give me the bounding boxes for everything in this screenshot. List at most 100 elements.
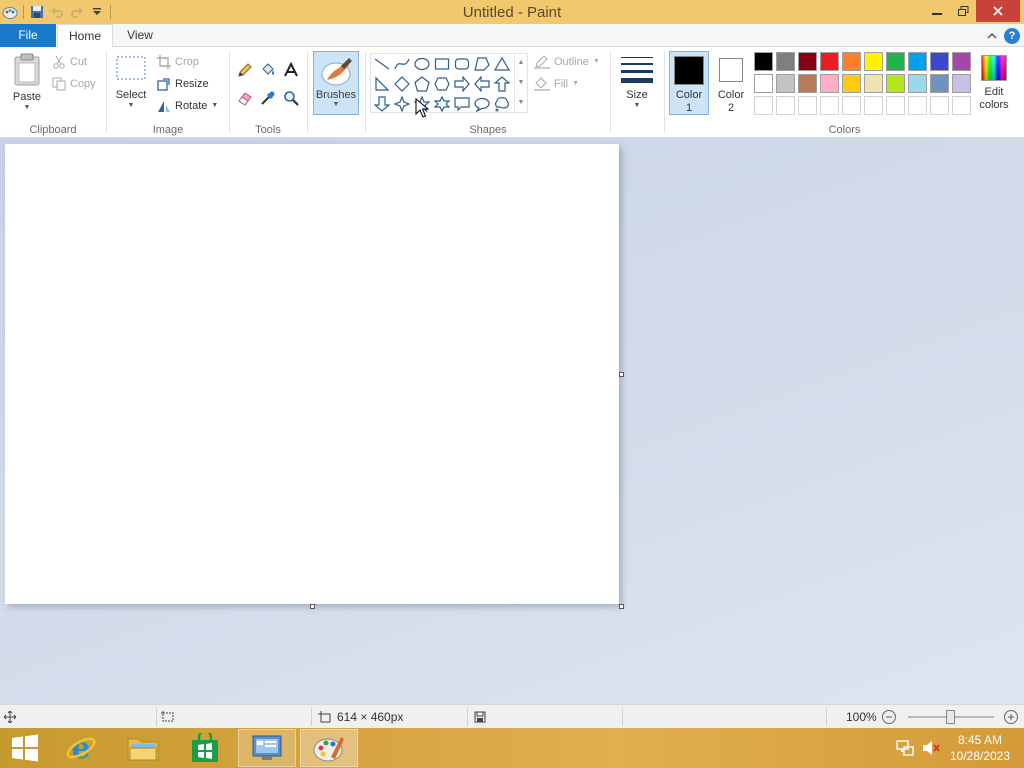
polygon-shape-icon[interactable]: [472, 54, 492, 74]
zoom-in-button[interactable]: +: [1004, 710, 1018, 724]
close-button[interactable]: [976, 0, 1020, 22]
palette-color-swatch[interactable]: [930, 52, 949, 71]
color2-button[interactable]: Color 2: [711, 51, 751, 115]
color1-button[interactable]: Color 1: [669, 51, 709, 115]
brushes-button[interactable]: Brushes ▼: [313, 51, 359, 115]
palette-custom-slot[interactable]: [820, 96, 839, 115]
palette-custom-slot[interactable]: [864, 96, 883, 115]
right-arrow-shape-icon[interactable]: [452, 74, 472, 94]
curve-shape-icon[interactable]: [392, 54, 412, 74]
restore-button[interactable]: [950, 0, 976, 22]
palette-custom-slot[interactable]: [754, 96, 773, 115]
rotate-dropdown-icon[interactable]: ▼: [211, 102, 218, 110]
save-icon[interactable]: [27, 2, 47, 22]
size-button[interactable]: Size ▼: [616, 55, 658, 110]
zoom-out-button[interactable]: −: [882, 710, 896, 724]
rounded-rectangle-shape-icon[interactable]: [452, 54, 472, 74]
palette-custom-slot[interactable]: [776, 96, 795, 115]
outline-button[interactable]: Outline ▼: [534, 52, 600, 72]
taskbar-internet-explorer[interactable]: e: [52, 729, 110, 767]
paint-app-icon[interactable]: [0, 2, 20, 22]
palette-color-swatch[interactable]: [864, 74, 883, 93]
taskbar-clock[interactable]: 8:45 AM 10/28/2023: [946, 732, 1014, 764]
palette-custom-slot[interactable]: [908, 96, 927, 115]
fill-button[interactable]: Fill ▼: [534, 74, 579, 94]
palette-color-swatch[interactable]: [842, 52, 861, 71]
brushes-dropdown-icon[interactable]: ▼: [333, 101, 340, 109]
start-button[interactable]: [2, 729, 48, 767]
palette-color-swatch[interactable]: [952, 52, 971, 71]
palette-color-swatch[interactable]: [754, 74, 773, 93]
zoom-slider-thumb[interactable]: [946, 710, 955, 724]
line-shape-icon[interactable]: [372, 54, 392, 74]
select-dropdown-icon[interactable]: ▼: [128, 102, 135, 110]
palette-custom-slot[interactable]: [886, 96, 905, 115]
resize-button[interactable]: Resize: [157, 74, 209, 94]
palette-color-swatch[interactable]: [930, 74, 949, 93]
help-icon[interactable]: ?: [1004, 28, 1020, 44]
drawing-canvas[interactable]: [5, 144, 619, 604]
fill-tool[interactable]: [257, 60, 279, 80]
left-arrow-shape-icon[interactable]: [472, 74, 492, 94]
speaker-muted-icon[interactable]: [922, 739, 940, 757]
shapes-scroll-up-icon[interactable]: ▲: [514, 53, 527, 72]
tab-view[interactable]: View: [114, 24, 166, 47]
six-point-star-shape-icon[interactable]: [432, 94, 452, 114]
minimize-ribbon-icon[interactable]: [984, 28, 1000, 44]
palette-custom-slot[interactable]: [930, 96, 949, 115]
palette-color-swatch[interactable]: [864, 52, 883, 71]
palette-color-swatch[interactable]: [908, 74, 927, 93]
shapes-expand-icon[interactable]: ▼: [514, 93, 527, 112]
oval-shape-icon[interactable]: [412, 54, 432, 74]
paste-button[interactable]: Paste ▼: [8, 53, 46, 112]
tab-home[interactable]: Home: [57, 24, 113, 48]
palette-color-swatch[interactable]: [820, 74, 839, 93]
diamond-shape-icon[interactable]: [392, 74, 412, 94]
hexagon-shape-icon[interactable]: [432, 74, 452, 94]
edit-colors-button[interactable]: Edit colors: [976, 55, 1012, 112]
rectangular-callout-shape-icon[interactable]: [452, 94, 472, 114]
palette-color-swatch[interactable]: [754, 52, 773, 71]
right-triangle-shape-icon[interactable]: [372, 74, 392, 94]
palette-color-swatch[interactable]: [842, 74, 861, 93]
palette-custom-slot[interactable]: [842, 96, 861, 115]
palette-color-swatch[interactable]: [798, 52, 817, 71]
palette-color-swatch[interactable]: [798, 74, 817, 93]
resize-handle-bottom[interactable]: [310, 604, 315, 609]
undo-icon[interactable]: [47, 2, 67, 22]
select-button[interactable]: Select ▼: [113, 55, 149, 110]
up-arrow-shape-icon[interactable]: [492, 74, 512, 94]
triangle-shape-icon[interactable]: [492, 54, 512, 74]
network-icon[interactable]: [896, 739, 914, 757]
oval-callout-shape-icon[interactable]: [472, 94, 492, 114]
resize-handle-right[interactable]: [619, 372, 624, 377]
palette-custom-slot[interactable]: [952, 96, 971, 115]
crop-button[interactable]: Crop: [157, 52, 199, 72]
copy-button[interactable]: Copy: [52, 74, 96, 94]
pentagon-shape-icon[interactable]: [412, 74, 432, 94]
four-point-star-shape-icon[interactable]: [392, 94, 412, 114]
palette-color-swatch[interactable]: [776, 52, 795, 71]
shapes-scroll-down-icon[interactable]: ▼: [514, 73, 527, 92]
magnifier-tool[interactable]: [280, 88, 302, 108]
palette-color-swatch[interactable]: [776, 74, 795, 93]
minimize-button[interactable]: [924, 0, 950, 22]
down-arrow-shape-icon[interactable]: [372, 94, 392, 114]
resize-handle-corner[interactable]: [619, 604, 624, 609]
color-picker-tool[interactable]: [257, 88, 279, 108]
customize-qat-icon[interactable]: [87, 2, 107, 22]
palette-color-swatch[interactable]: [886, 52, 905, 71]
text-tool[interactable]: [280, 60, 302, 80]
pencil-tool[interactable]: [234, 60, 256, 80]
taskbar-control-panel[interactable]: [238, 729, 296, 767]
paste-dropdown-icon[interactable]: ▼: [24, 104, 31, 112]
eraser-tool[interactable]: [234, 88, 256, 108]
tab-file[interactable]: File: [0, 24, 56, 47]
palette-color-swatch[interactable]: [886, 74, 905, 93]
cloud-callout-shape-icon[interactable]: [492, 94, 512, 114]
taskbar-store[interactable]: [176, 729, 234, 767]
palette-color-swatch[interactable]: [908, 52, 927, 71]
redo-icon[interactable]: [67, 2, 87, 22]
palette-custom-slot[interactable]: [798, 96, 817, 115]
taskbar-file-explorer[interactable]: [114, 729, 172, 767]
